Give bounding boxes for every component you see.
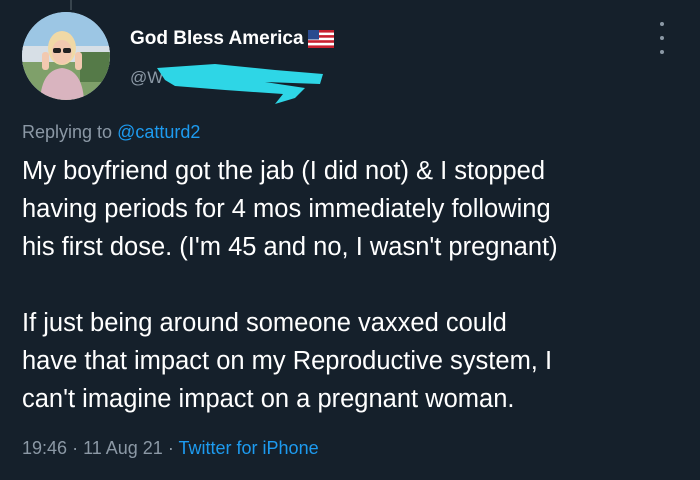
- tweet-text: My boyfriend got the jab (I did not) & I…: [22, 152, 692, 418]
- meta-separator: ·: [167, 438, 174, 458]
- reply-prefix: Replying to: [22, 122, 113, 142]
- display-name[interactable]: God Bless America: [130, 28, 334, 50]
- more-options-icon[interactable]: [652, 22, 672, 54]
- display-name-text: God Bless America: [130, 28, 304, 49]
- avatar-photo: [22, 12, 110, 100]
- handle-redaction-scribble: [157, 64, 323, 104]
- tweet-paragraph-2: If just being around someone vaxxed coul…: [22, 309, 553, 413]
- tweet-time[interactable]: 19:46: [22, 438, 67, 458]
- reply-mention-link[interactable]: @catturd2: [117, 122, 200, 142]
- us-flag-icon: [307, 30, 334, 48]
- meta-separator: ·: [72, 438, 79, 458]
- tweet-source-link[interactable]: Twitter for iPhone: [179, 438, 319, 458]
- avatar[interactable]: [22, 12, 110, 100]
- tweet-metadata: 19:46 · 11 Aug 21 · Twitter for iPhone: [22, 438, 319, 459]
- tweet-date[interactable]: 11 Aug 21: [83, 438, 163, 458]
- tweet: God Bless America @W Replying to @cattur…: [0, 0, 700, 480]
- tweet-paragraph-1: My boyfriend got the jab (I did not) & I…: [22, 157, 558, 261]
- replying-to: Replying to @catturd2: [22, 122, 200, 143]
